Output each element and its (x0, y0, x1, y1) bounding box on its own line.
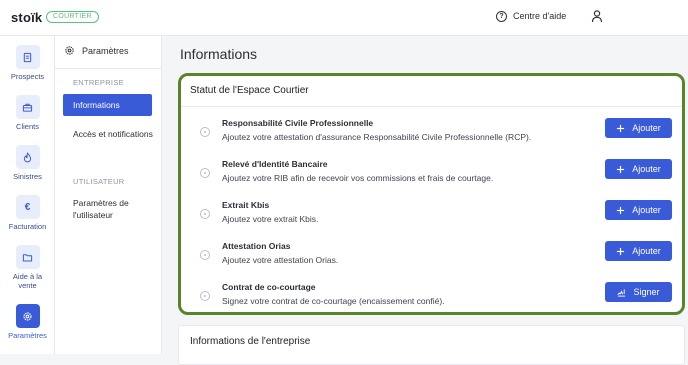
sidebar-item-parametres[interactable]: Paramètres (0, 304, 55, 340)
divider (181, 106, 682, 107)
button-label: Ajouter (632, 205, 661, 215)
briefcase-icon (22, 103, 33, 112)
sidebar-item-prospects[interactable]: Prospects (0, 45, 55, 81)
add-button[interactable]: Ajouter (605, 200, 672, 220)
sidebar-item-sinistres[interactable]: Sinistres (0, 145, 55, 181)
item-description: Ajoutez votre attestation d'assurance Re… (222, 132, 532, 142)
pending-status-icon (200, 168, 210, 178)
gear-icon (23, 311, 32, 321)
nav-item-informations[interactable]: Informations (63, 94, 152, 116)
sidebar-item-clients[interactable]: Clients (0, 95, 55, 131)
flame-icon (23, 151, 32, 162)
help-icon: ? (496, 10, 507, 22)
sidebar-item-label: Prospects (10, 72, 45, 81)
section-label-utilisateur: UTILISATEUR (73, 177, 125, 186)
help-center-label: Centre d'aide (513, 11, 567, 21)
add-button[interactable]: Ajouter (605, 159, 672, 179)
add-button[interactable]: Ajouter (605, 118, 672, 138)
subnav-header: Paramètres (64, 45, 129, 56)
pending-status-icon (200, 209, 210, 219)
nav-item-parametres-utilisateur[interactable]: Paramètres de l'utilisateur (73, 197, 153, 221)
sidebar-item-aide-a-la-vente[interactable]: Aide à la vente (0, 245, 55, 290)
main-content: Informations Statut de l'Espace Courtier… (163, 36, 688, 365)
company-info-card: Informations de l'entreprise (178, 325, 685, 365)
button-label: Ajouter (632, 123, 661, 133)
signature-icon (617, 288, 626, 297)
sidebar-item-label: Aide à la vente (12, 272, 43, 290)
plus-icon (617, 165, 625, 173)
pending-status-icon (200, 250, 210, 260)
folder-icon (22, 253, 33, 261)
settings-subnav: Paramètres ENTREPRISE Informations Accès… (55, 36, 162, 354)
page-title: Informations (180, 46, 258, 62)
section-label-entreprise: ENTREPRISE (73, 78, 124, 87)
list-item: Relevé d'Identité Bancaire Ajoutez votre… (181, 156, 682, 190)
list-item: Extrait Kbis Ajoutez votre extrait Kbis.… (181, 197, 682, 231)
stoik-logo[interactable]: stoïk (11, 10, 42, 25)
item-description: Ajoutez votre extrait Kbis. (222, 214, 319, 224)
gear-icon (65, 46, 74, 55)
top-bar: stoïk COURTIER ? Centre d'aide (0, 0, 688, 36)
status-card: Statut de l'Espace Courtier Responsabili… (178, 73, 685, 315)
euro-icon: € (24, 201, 31, 213)
courtier-badge: COURTIER (46, 11, 99, 23)
item-title: Extrait Kbis (222, 200, 270, 210)
list-item: Contrat de co-courtage Signez votre cont… (181, 279, 682, 313)
sidebar-item-label: Facturation (8, 222, 47, 231)
plus-icon (617, 206, 625, 214)
pending-status-icon (200, 127, 210, 137)
card-title: Informations de l'entreprise (190, 336, 311, 347)
sidebar-item-facturation[interactable]: € Facturation (0, 195, 55, 231)
sidebar-item-label: Clients (16, 122, 39, 131)
sidebar-item-label: Sinistres (13, 172, 42, 181)
item-title: Responsabilité Civile Professionnelle (222, 118, 374, 128)
item-description: Ajoutez votre RIB afin de recevoir vos c… (222, 173, 494, 183)
document-icon (23, 52, 32, 62)
card-title: Statut de l'Espace Courtier (190, 85, 309, 96)
list-item: Attestation Orias Ajoutez votre attestat… (181, 238, 682, 272)
sign-button[interactable]: Signer (605, 282, 672, 302)
user-icon[interactable] (590, 9, 604, 23)
button-label: Ajouter (632, 164, 661, 174)
list-item: Responsabilité Civile Professionnelle Aj… (181, 115, 682, 149)
sidebar-item-label: Paramètres (8, 331, 47, 340)
item-description: Ajoutez votre attestation Orias. (222, 255, 339, 265)
item-title: Relevé d'Identité Bancaire (222, 159, 328, 169)
plus-icon (617, 247, 625, 255)
add-button[interactable]: Ajouter (605, 241, 672, 261)
help-center-link[interactable]: ? Centre d'aide (496, 9, 566, 23)
subnav-title: Paramètres (82, 45, 129, 56)
nav-item-acces-notifications[interactable]: Accès et notifications (73, 128, 153, 140)
divider (55, 68, 162, 69)
item-description: Signez votre contrat de co-courtage (enc… (222, 296, 445, 306)
item-title: Attestation Orias (222, 241, 291, 251)
plus-icon (617, 124, 625, 132)
item-title: Contrat de co-courtage (222, 282, 316, 292)
button-label: Signer (633, 287, 660, 297)
pending-status-icon (200, 291, 210, 301)
button-label: Ajouter (632, 246, 661, 256)
main-sidebar: Prospects Clients Sinistres € Facturatio… (0, 36, 55, 354)
